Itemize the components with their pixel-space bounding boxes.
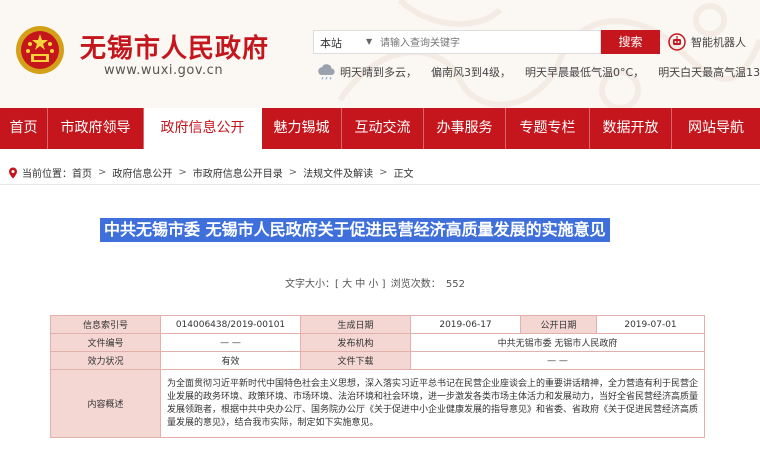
table-row: 信息索引号 014006438/2019-00101 生成日期 2019-06-…	[50, 315, 705, 334]
views-count: 552	[445, 279, 465, 290]
nav-item-services[interactable]: 办事服务	[424, 108, 506, 149]
status-value: 有效	[160, 351, 301, 370]
cloud-rain-icon	[318, 64, 335, 80]
table-row: 文件编号 — — 发布机构 中共无锡市委 无锡市人民政府	[50, 333, 705, 352]
national-emblem-icon	[16, 26, 64, 74]
nav-item-charm[interactable]: 魅力锡城	[262, 108, 342, 149]
breadcrumb-separator: >	[98, 167, 107, 178]
index-label: 信息索引号	[50, 315, 161, 334]
published-value: 2019-07-01	[596, 315, 705, 334]
nav-item-leaders[interactable]: 市政府领导	[48, 108, 144, 149]
search-input[interactable]	[380, 34, 594, 52]
nav-item-home[interactable]: 首页	[0, 108, 48, 149]
divider	[0, 184, 760, 185]
breadcrumb-item-home[interactable]: 首页	[72, 165, 92, 180]
nav-item-gov-info[interactable]: 政府信息公开	[144, 108, 262, 149]
article-title: 中共无锡市委 无锡市人民政府关于促进民营经济高质量发展的实施意见	[100, 218, 610, 242]
issuer-value: 中共无锡市委 无锡市人民政府	[410, 333, 705, 352]
breadcrumb-prefix: 当前位置：	[22, 169, 72, 180]
site-header: 无锡市人民政府 www.wuxi.gov.cn 本站 ▼ 搜索 智能机器人 明天…	[0, 0, 760, 108]
robot-icon	[668, 33, 686, 51]
nav-item-interaction[interactable]: 互动交流	[342, 108, 424, 149]
download-value[interactable]: — —	[410, 351, 705, 370]
article-meta: 文字大小：[ 大 中 小 ] 浏览次数： 552	[285, 275, 467, 290]
summary-label: 内容概述	[50, 369, 161, 438]
issuer-label: 发布机构	[300, 333, 411, 352]
weather-text-2: 偏南风3到4级，	[431, 66, 511, 79]
font-size-control[interactable]: 文字大小：[ 大 中 小 ]	[285, 279, 386, 290]
breadcrumb-item-gov-info[interactable]: 政府信息公开	[112, 165, 172, 180]
breadcrumb: 当前位置： 首页 > 政府信息公开 > 市政府信息公开目录 > 法规文件及解读 …	[8, 165, 414, 180]
index-value: 014006438/2019-00101	[160, 315, 301, 334]
table-row: 效力状况 有效 文件下载 — —	[50, 351, 705, 370]
created-value: 2019-06-17	[410, 315, 521, 334]
created-label: 生成日期	[300, 315, 411, 334]
weather-text-1: 明天晴到多云，	[340, 66, 417, 79]
nav-item-topics[interactable]: 专题专栏	[506, 108, 590, 149]
table-row: 内容概述 为全面贯彻习近平新时代中国特色社会主义思想，深入落实习近平总书记在民营…	[50, 369, 705, 438]
search-box: 本站 ▼	[313, 30, 601, 54]
breadcrumb-separator: >	[288, 167, 298, 178]
breadcrumb-separator: >	[379, 167, 388, 178]
robot-link[interactable]: 智能机器人	[668, 30, 746, 54]
search-button[interactable]: 搜索	[601, 30, 660, 54]
site-name[interactable]: 无锡市人民政府	[80, 28, 269, 65]
weather-text-3: 明天早晨最低气温0°C，	[525, 66, 645, 79]
status-label: 效力状况	[50, 351, 161, 370]
search-scope-select[interactable]: 本站	[320, 35, 342, 51]
weather-text-4: 明天白天最高气温13°C，	[658, 66, 760, 79]
location-pin-icon	[9, 167, 17, 178]
decorative-cloud-pattern	[337, 0, 760, 108]
breadcrumb-item-catalog[interactable]: 市政府信息公开目录	[193, 165, 283, 180]
download-label: 文件下载	[300, 351, 411, 370]
breadcrumb-separator: >	[178, 167, 187, 178]
doc-no-label: 文件编号	[50, 333, 161, 352]
breadcrumb-item-current: 正文	[393, 169, 414, 180]
site-url: www.wuxi.gov.cn	[104, 63, 224, 78]
chevron-down-icon[interactable]: ▼	[366, 37, 372, 46]
doc-no-value: — —	[160, 333, 301, 352]
published-label: 公开日期	[520, 315, 597, 334]
nav-item-sitemap[interactable]: 网站导航	[672, 108, 760, 149]
main-nav: 首页 市政府领导 政府信息公开 魅力锡城 互动交流 办事服务 专题专栏 数据开放…	[0, 108, 760, 149]
breadcrumb-item-regulations[interactable]: 法规文件及解读	[303, 165, 373, 180]
summary-value: 为全面贯彻习近平新时代中国特色社会主义思想，深入落实习近平总书记在民营企业座谈会…	[160, 369, 705, 438]
document-info-table: 信息索引号 014006438/2019-00101 生成日期 2019-06-…	[50, 315, 705, 438]
weather-bar: 明天晴到多云， 偏南风3到4级， 明天早晨最低气温0°C， 明天白天最高气温13…	[316, 64, 760, 80]
views-label: 浏览次数：	[390, 279, 441, 290]
nav-item-open-data[interactable]: 数据开放	[590, 108, 672, 149]
robot-label: 智能机器人	[691, 36, 746, 49]
